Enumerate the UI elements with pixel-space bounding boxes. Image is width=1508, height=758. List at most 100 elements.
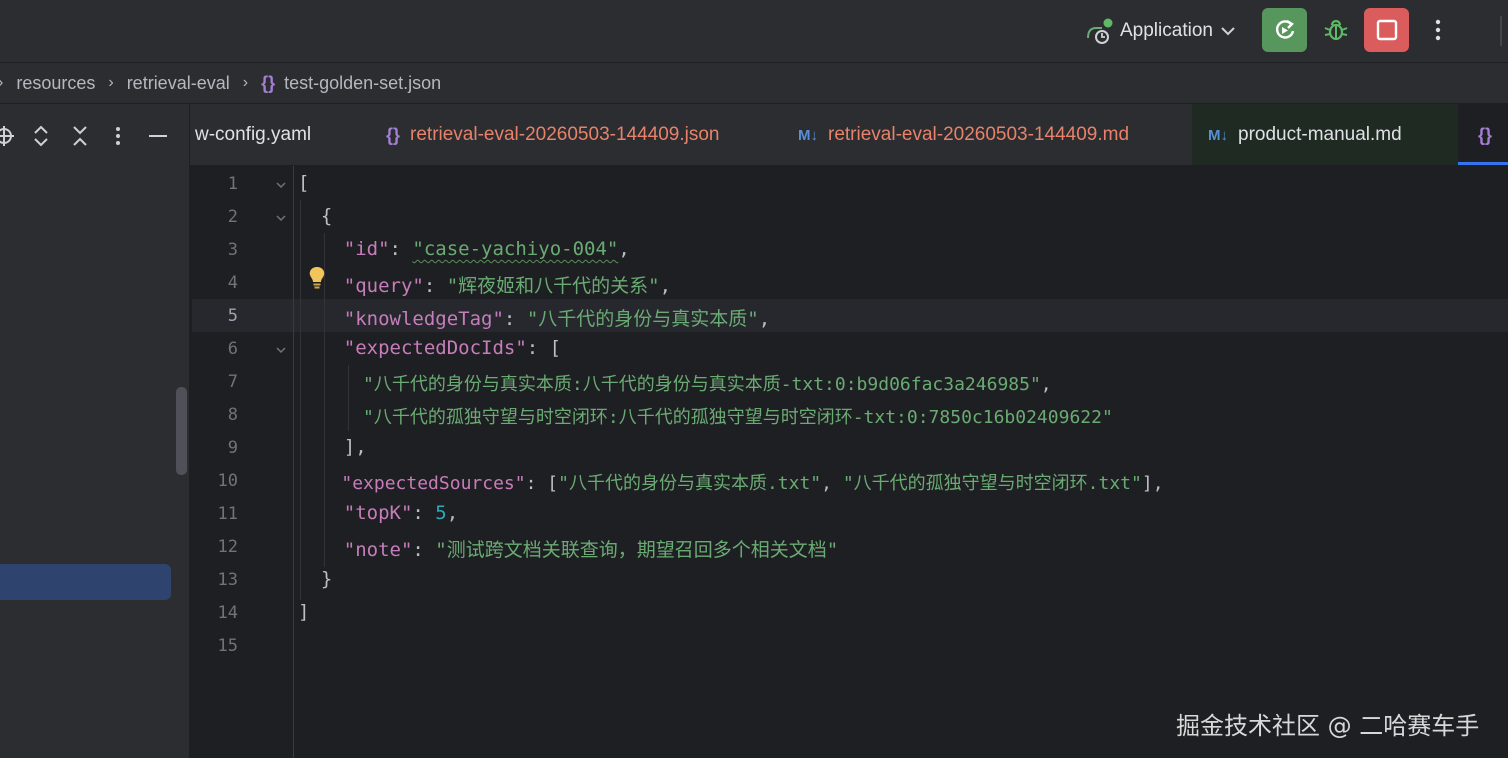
rerun-icon [1275, 19, 1294, 39]
token-punct: ], [1141, 473, 1164, 494]
token-string: "辉夜姬和八千代的关系" [446, 275, 660, 297]
project-panel-scrollbar[interactable] [176, 387, 187, 475]
line-number[interactable]: 4 [198, 273, 238, 293]
token-string: "八千代的孤独守望与时空闭环:八千代的孤独守望与时空闭环-txt:0:7850c… [363, 407, 1113, 428]
collapse-all-icon[interactable] [68, 124, 92, 148]
token-key: "query" [343, 275, 424, 297]
application-run-config-icon [1084, 16, 1114, 46]
code-line-2: { [298, 205, 332, 227]
line-number[interactable]: 7 [198, 372, 238, 392]
line-number[interactable]: 1 [198, 174, 238, 194]
fold-marker-icon[interactable] [274, 178, 288, 192]
expand-all-icon[interactable] [29, 124, 53, 148]
tab-retrieval-eval-json[interactable]: {} retrieval-eval-20260503-144409.json [386, 104, 720, 165]
stop-icon [1376, 19, 1397, 41]
toolbar-divider [1500, 16, 1502, 46]
tab-label: product-manual.md [1238, 124, 1402, 145]
line-number[interactable]: 11 [198, 504, 238, 524]
code-line-11: "topK": 5, [298, 502, 458, 524]
line-number[interactable]: 5 [198, 306, 238, 326]
hide-panel-icon[interactable] [146, 124, 170, 148]
code-line-8: "八千代的孤独守望与时空闭环:八千代的孤独守望与时空闭环-txt:0:7850c… [298, 403, 1113, 429]
selected-tree-item[interactable] [0, 564, 171, 600]
markdown-file-icon: M↓ [798, 126, 818, 144]
token-punct: , [659, 275, 672, 297]
run-configuration-selector[interactable]: Application [1084, 14, 1237, 48]
code-line-10: "expectedSources": ["八千代的身份与真实本质.txt", "… [298, 469, 1164, 495]
line-number[interactable]: 13 [198, 570, 238, 590]
token-punct: : [423, 275, 447, 297]
watermark-text: 掘金技术社区 @ 二哈赛车手 [1176, 712, 1480, 740]
tab-test-golden-set-json[interactable]: {} [1458, 104, 1508, 165]
line-number[interactable]: 9 [198, 438, 238, 458]
token-key: "expectedDocIds" [343, 337, 527, 359]
token-punct: : [389, 238, 413, 260]
stop-button[interactable] [1364, 8, 1409, 52]
project-panel-toolbar [0, 104, 190, 166]
tab-label: retrieval-eval-20260503-144409.md [828, 124, 1130, 145]
breadcrumb-test-golden-set[interactable]: test-golden-set.json [284, 73, 441, 94]
code-line-7: "八千代的身份与真实本质:八千代的身份与真实本质-txt:0:b9d06fac3… [298, 370, 1052, 396]
fold-marker-icon[interactable] [274, 211, 288, 225]
code-line-9: ], [298, 436, 367, 458]
token-punct: } [320, 568, 333, 590]
chevron-down-icon [1221, 27, 1235, 36]
line-number[interactable]: 15 [198, 636, 238, 656]
token-string: "测试跨文档关联查询，期望召回多个相关文档" [435, 539, 839, 561]
token-string: "八千代的孤独守望与时空闭环.txt" [842, 473, 1142, 494]
breadcrumb-resources[interactable]: resources [16, 73, 95, 94]
rerun-button[interactable] [1262, 8, 1307, 52]
more-vertical-icon [1435, 19, 1441, 41]
token-string: "八千代的身份与真实本质.txt" [558, 473, 822, 494]
chevron-right-icon: › [0, 74, 3, 92]
chevron-right-icon: › [108, 74, 114, 91]
tab-product-manual-md[interactable]: M↓ product-manual.md [1192, 104, 1458, 165]
json-file-icon: {} [386, 124, 401, 145]
token-key: "id" [343, 238, 390, 260]
line-number[interactable]: 12 [198, 537, 238, 557]
code-line-6: "expectedDocIds": [ [298, 337, 561, 359]
tab-label: w-config.yaml [195, 124, 312, 145]
line-number[interactable]: 6 [198, 339, 238, 359]
json-file-icon: {} [1478, 124, 1493, 145]
tab-config-yaml[interactable]: w-config.yaml [195, 104, 312, 165]
markdown-file-icon: M↓ [1208, 126, 1228, 144]
token-punct: : [ [526, 337, 562, 359]
debug-button[interactable] [1318, 12, 1354, 48]
locate-file-icon[interactable] [0, 124, 16, 148]
code-line-14: ] [298, 601, 309, 623]
code-line-12: "note": "测试跨文档关联查询，期望召回多个相关文档" [298, 535, 838, 562]
json-file-icon: {} [261, 72, 276, 93]
line-number[interactable]: 14 [198, 603, 238, 623]
gutter-divider [293, 166, 294, 758]
code-line-4: "query": "辉夜姬和八千代的关系", [298, 271, 671, 298]
line-number[interactable]: 8 [198, 405, 238, 425]
fold-marker-icon[interactable] [274, 343, 288, 357]
token-key: "expectedSources" [341, 473, 526, 494]
token-key: "topK" [343, 502, 413, 524]
main-toolbar: Application [0, 0, 1508, 62]
token-punct: , [758, 308, 771, 330]
token-punct: , [446, 502, 459, 524]
line-number[interactable]: 2 [198, 207, 238, 227]
token-punct: { [320, 205, 333, 227]
code-line-3: "id": "case-yachiyo-004", [298, 238, 630, 260]
token-key: "knowledgeTag" [343, 308, 504, 330]
line-number[interactable]: 10 [198, 471, 238, 491]
token-number: 5 [435, 502, 447, 524]
editor-tabs: w-config.yaml {} retrieval-eval-20260503… [190, 104, 1508, 166]
options-vertical-icon[interactable] [106, 124, 130, 148]
token-punct: : [412, 539, 436, 561]
run-config-label: Application [1120, 20, 1213, 41]
token-punct: : [412, 502, 436, 524]
token-punct: : [ [525, 473, 559, 494]
token-punct: , [618, 238, 630, 260]
breadcrumb-retrieval-eval[interactable]: retrieval-eval [127, 73, 230, 94]
line-number[interactable]: 3 [198, 240, 238, 260]
more-actions-button[interactable] [1424, 12, 1452, 48]
token-punct: ], [343, 436, 367, 458]
tab-retrieval-eval-md[interactable]: M↓ retrieval-eval-20260503-144409.md [798, 104, 1130, 165]
token-string: "八千代的身份与真实本质" [526, 308, 759, 330]
token-punct: , [821, 473, 843, 494]
debug-bug-icon [1324, 19, 1348, 41]
